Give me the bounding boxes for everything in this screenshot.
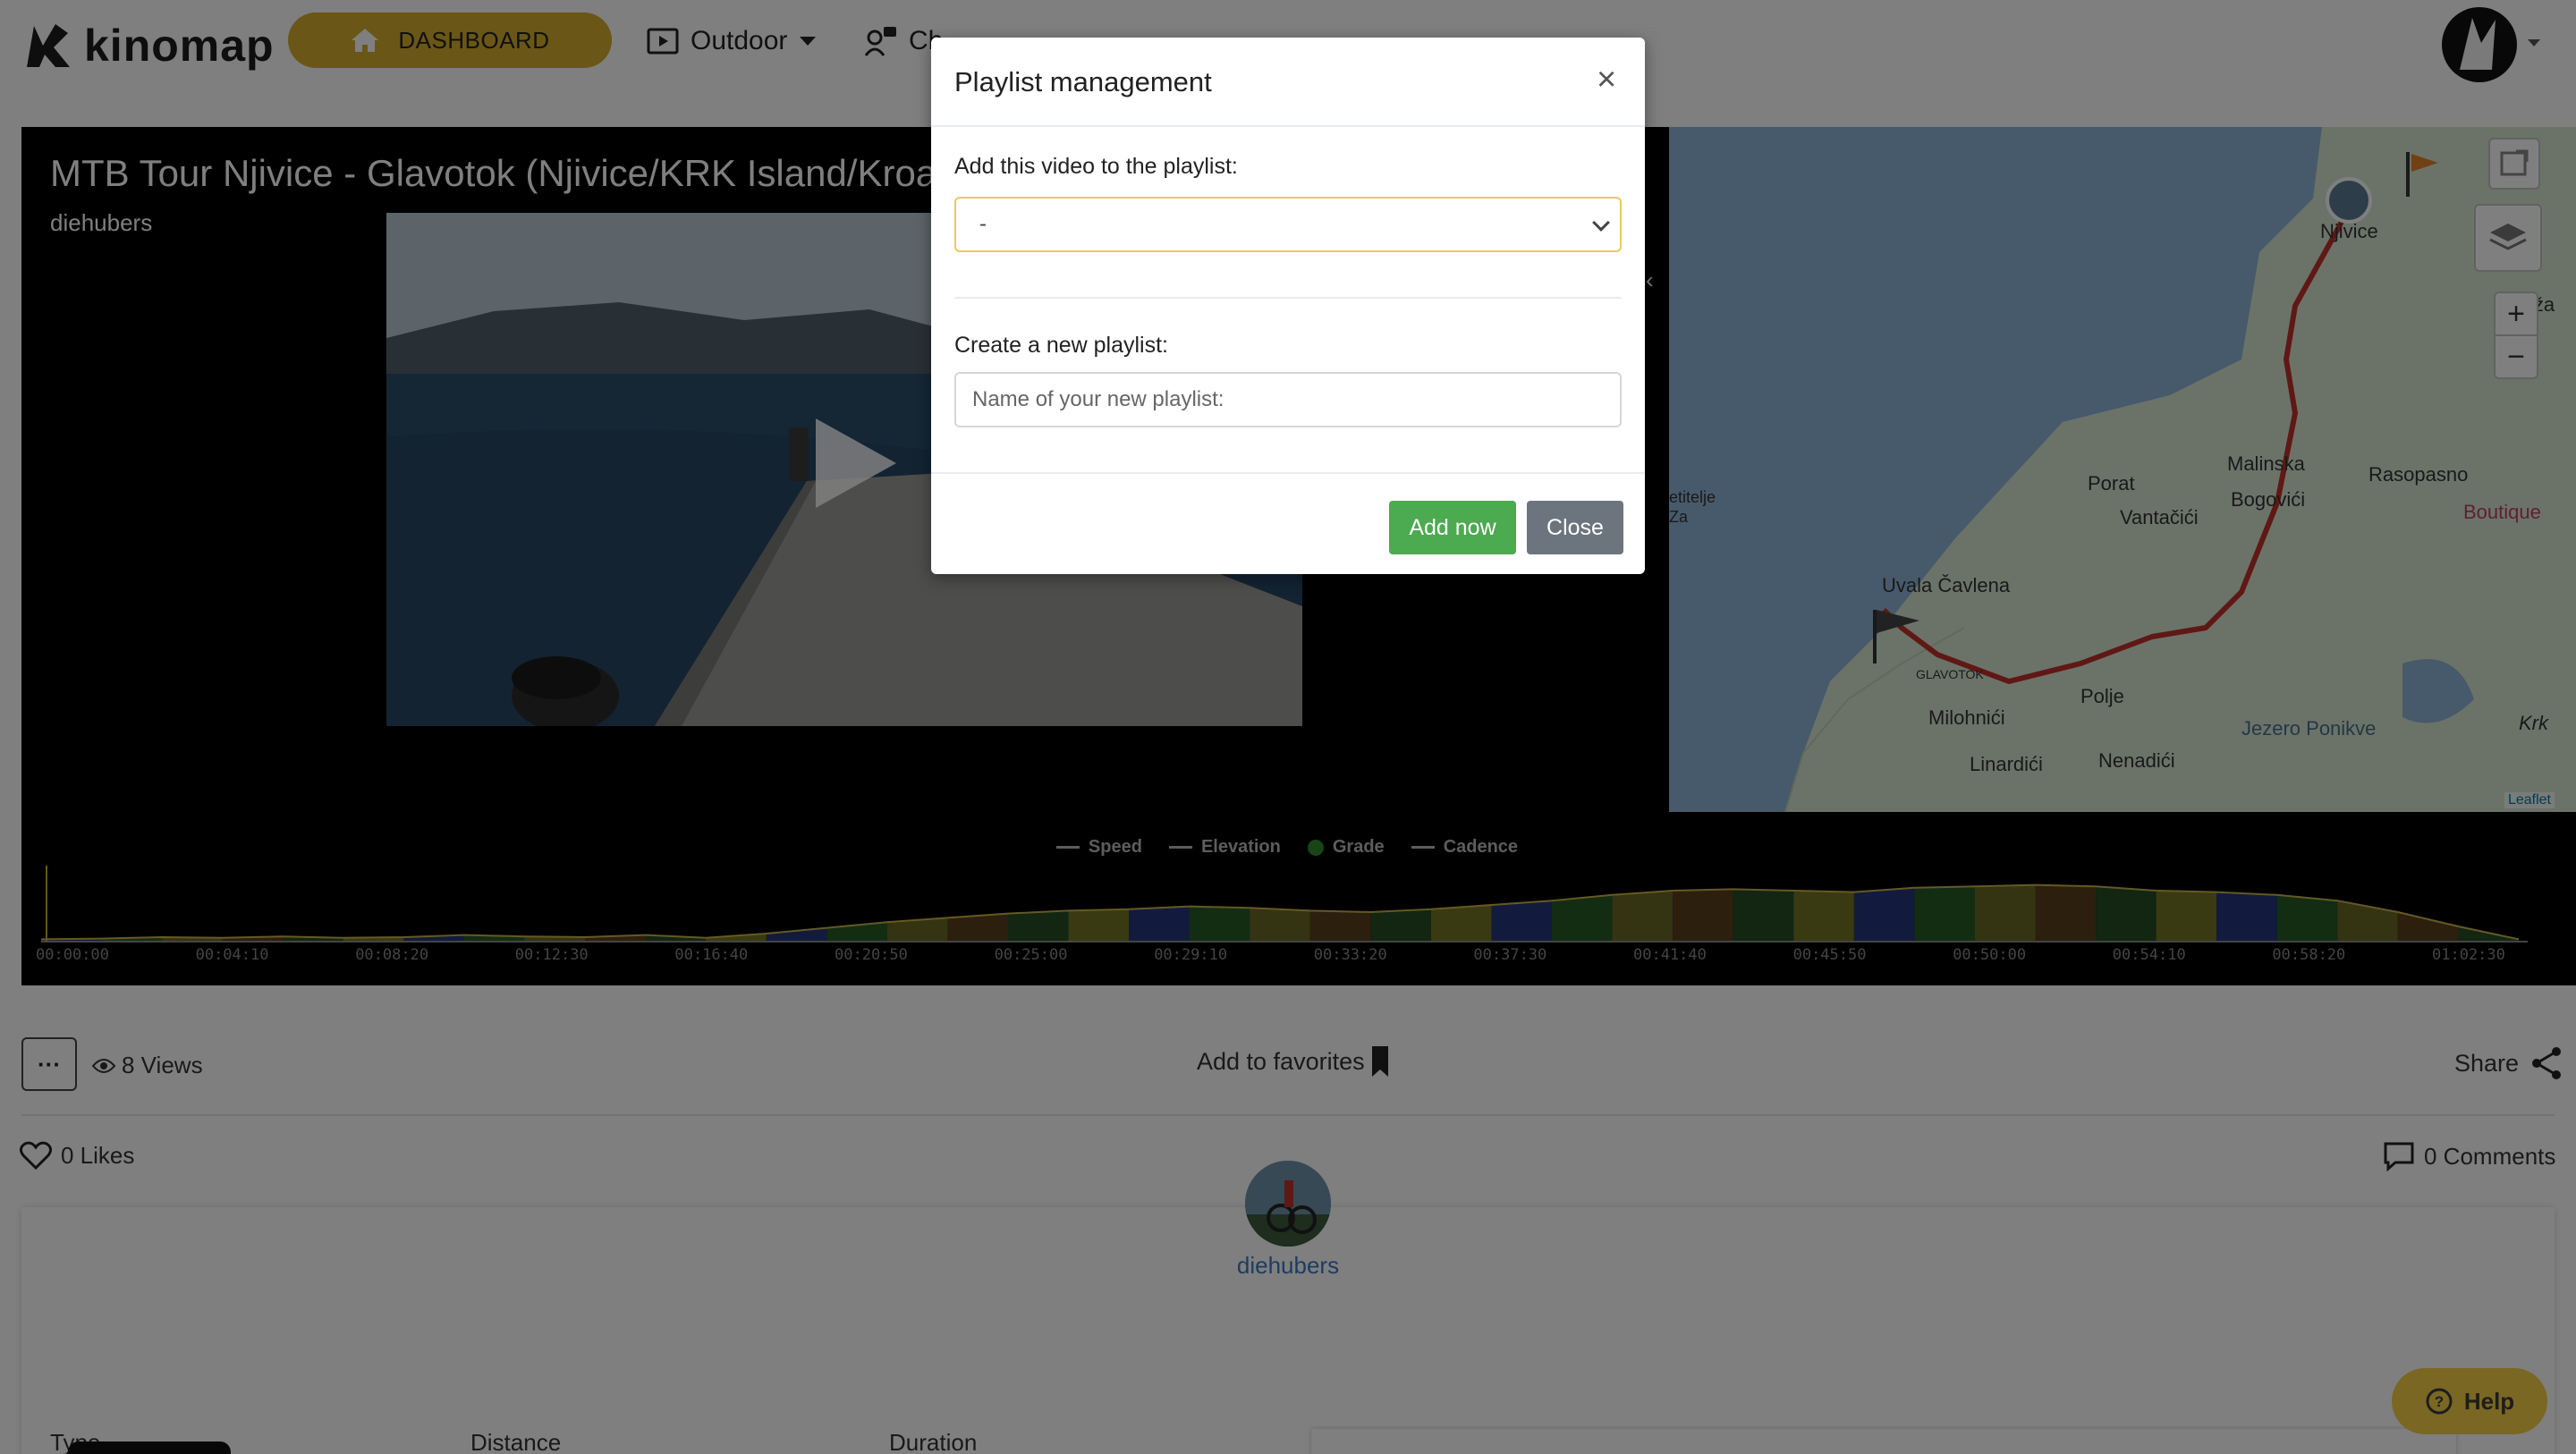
create-playlist-label: Create a new playlist: xyxy=(954,333,1169,358)
add-to-playlist-label: Add this video to the playlist: xyxy=(954,154,1238,179)
new-playlist-name-input[interactable] xyxy=(954,372,1622,427)
modal-divider xyxy=(954,297,1622,299)
add-now-button[interactable]: Add now xyxy=(1389,501,1516,554)
playlist-modal: Playlist management × Add this video to … xyxy=(931,38,1645,574)
playlist-select-value: - xyxy=(979,212,987,236)
close-button[interactable]: Close xyxy=(1527,501,1623,554)
playlist-select[interactable]: - xyxy=(954,197,1622,252)
modal-header: Playlist management × xyxy=(931,38,1645,127)
modal-title: Playlist management xyxy=(954,66,1212,97)
chevron-down-icon xyxy=(1592,214,1610,232)
close-icon[interactable]: × xyxy=(1597,63,1616,97)
modal-footer: Add now Close xyxy=(931,472,1645,574)
